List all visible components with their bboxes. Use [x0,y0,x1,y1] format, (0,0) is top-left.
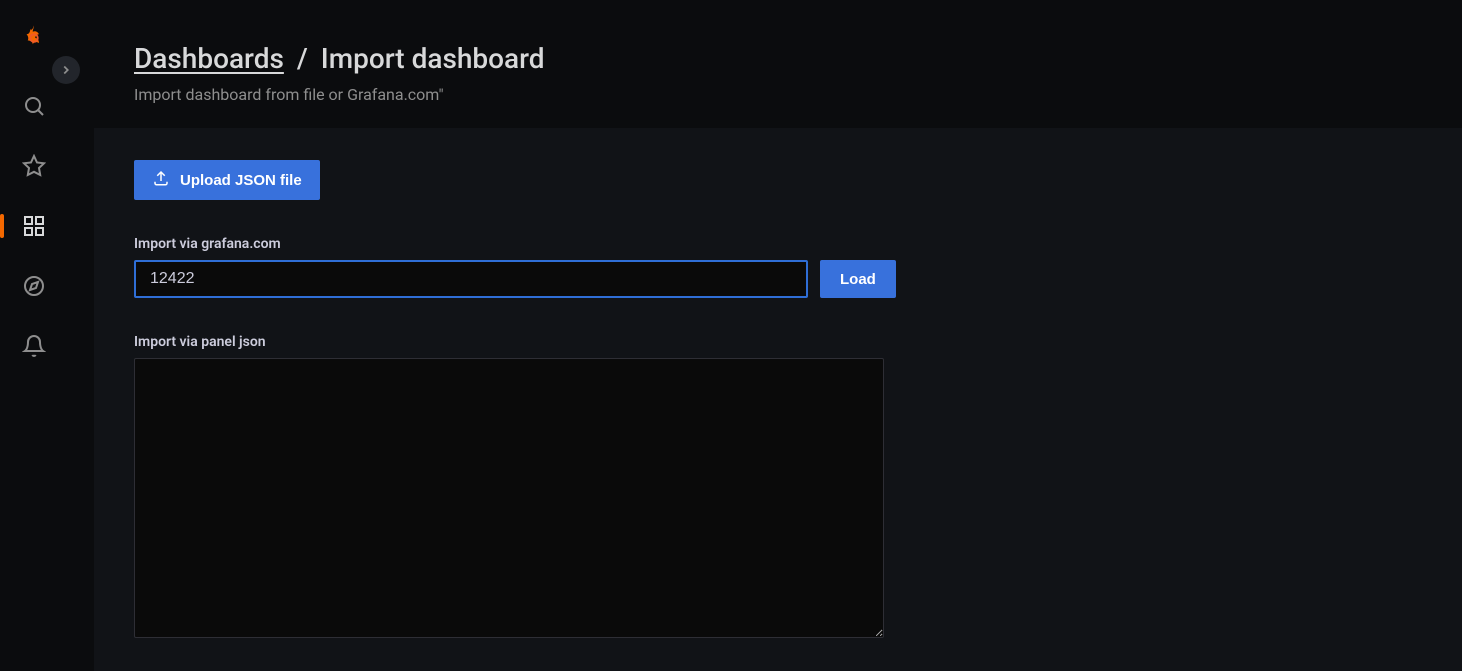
page-header: Dashboards / Import dashboard Import das… [68,0,1462,128]
breadcrumb-current: Import dashboard [321,42,545,75]
search-icon[interactable] [14,86,54,126]
upload-json-label: Upload JSON file [180,172,302,189]
alerting-icon[interactable] [14,326,54,366]
grafana-logo-icon[interactable] [14,18,54,58]
grafana-com-field: Import via grafana.com Load [134,236,1422,298]
panel-json-field: Import via panel json [134,334,1422,642]
load-button[interactable]: Load [820,260,896,298]
sidebar-nav [0,0,68,671]
breadcrumb-parent-link[interactable]: Dashboards [134,42,284,75]
explore-icon[interactable] [14,266,54,306]
page-subtitle: Import dashboard from file or Grafana.co… [134,85,1462,104]
breadcrumb-separator: / [297,42,308,75]
import-panel: Upload JSON file Import via grafana.com … [94,128,1462,671]
upload-json-button[interactable]: Upload JSON file [134,160,320,200]
expand-sidebar-button[interactable] [52,56,80,84]
panel-json-textarea[interactable] [134,358,884,638]
panel-json-label: Import via panel json [134,334,1422,350]
grafana-com-input[interactable] [134,260,808,298]
star-icon[interactable] [14,146,54,186]
dashboards-icon[interactable] [14,206,54,246]
upload-icon [152,169,170,191]
main-content: Dashboards / Import dashboard Import das… [68,0,1462,671]
grafana-com-label: Import via grafana.com [134,236,1422,252]
breadcrumb: Dashboards / Import dashboard [134,42,1462,75]
